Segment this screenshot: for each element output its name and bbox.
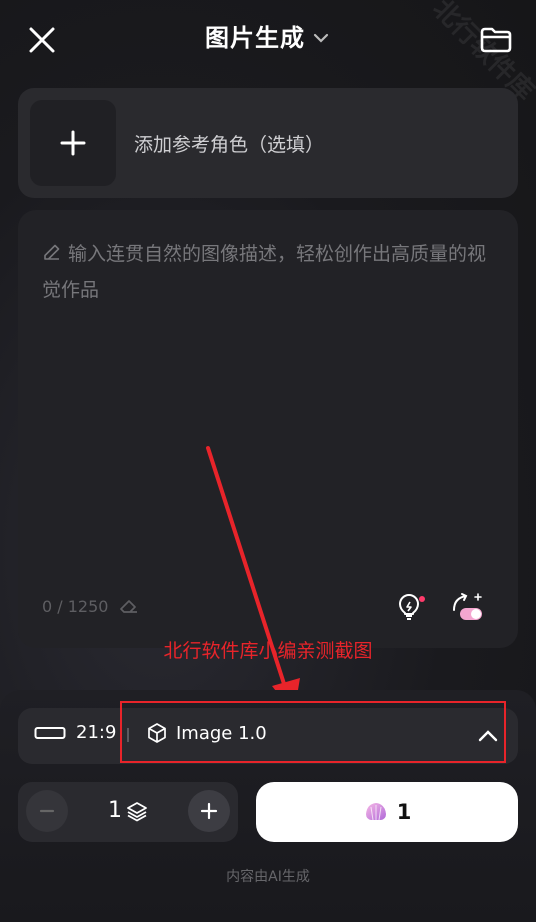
title-dropdown[interactable]: 图片生成 [205, 18, 331, 58]
generate-cost: 1 [396, 800, 412, 824]
plus-icon [60, 130, 86, 156]
annotation-highlight-box [120, 701, 506, 763]
minus-icon [39, 809, 55, 813]
layers-icon [127, 801, 147, 821]
eraser-icon[interactable] [118, 596, 140, 616]
generate-button[interactable]: 1 [256, 782, 518, 842]
ai-disclaimer: 内容由AI生成 [226, 869, 310, 885]
prompt-placeholder: 输入连贯自然的图像描述，轻松创作出高质量的视觉作品 [42, 243, 487, 301]
quantity-display: 1 [108, 798, 148, 823]
quantity-value: 1 [108, 798, 122, 823]
lightbulb-icon [399, 594, 425, 620]
reference-label: 添加参考角色（选填） [134, 134, 325, 156]
plus-icon [200, 802, 218, 820]
shell-credit-icon [365, 803, 386, 821]
page-title: 图片生成 [205, 24, 305, 52]
ai-enhance-toggle[interactable] [450, 590, 486, 624]
add-reference-button[interactable] [30, 100, 116, 186]
char-counter: 0 / 1250 [42, 596, 140, 616]
aspect-ratio-value: 21:9 [76, 722, 117, 743]
magic-wand-toggle-icon [453, 593, 482, 620]
inspiration-button[interactable] [392, 590, 426, 624]
page-title-area: 图片生成 [0, 18, 536, 58]
aspect-ratio-icon [34, 726, 66, 739]
increase-button[interactable] [188, 790, 230, 832]
folder-icon [480, 27, 512, 53]
folder-button[interactable] [476, 20, 516, 60]
annotation-arrow [206, 446, 300, 714]
pencil-icon [44, 244, 60, 260]
chevron-down-icon [313, 33, 329, 43]
counter-text: 0 / 1250 [42, 596, 109, 616]
aspect-ratio-selector[interactable]: 21:9 [34, 722, 116, 743]
decrease-button[interactable] [26, 790, 68, 832]
